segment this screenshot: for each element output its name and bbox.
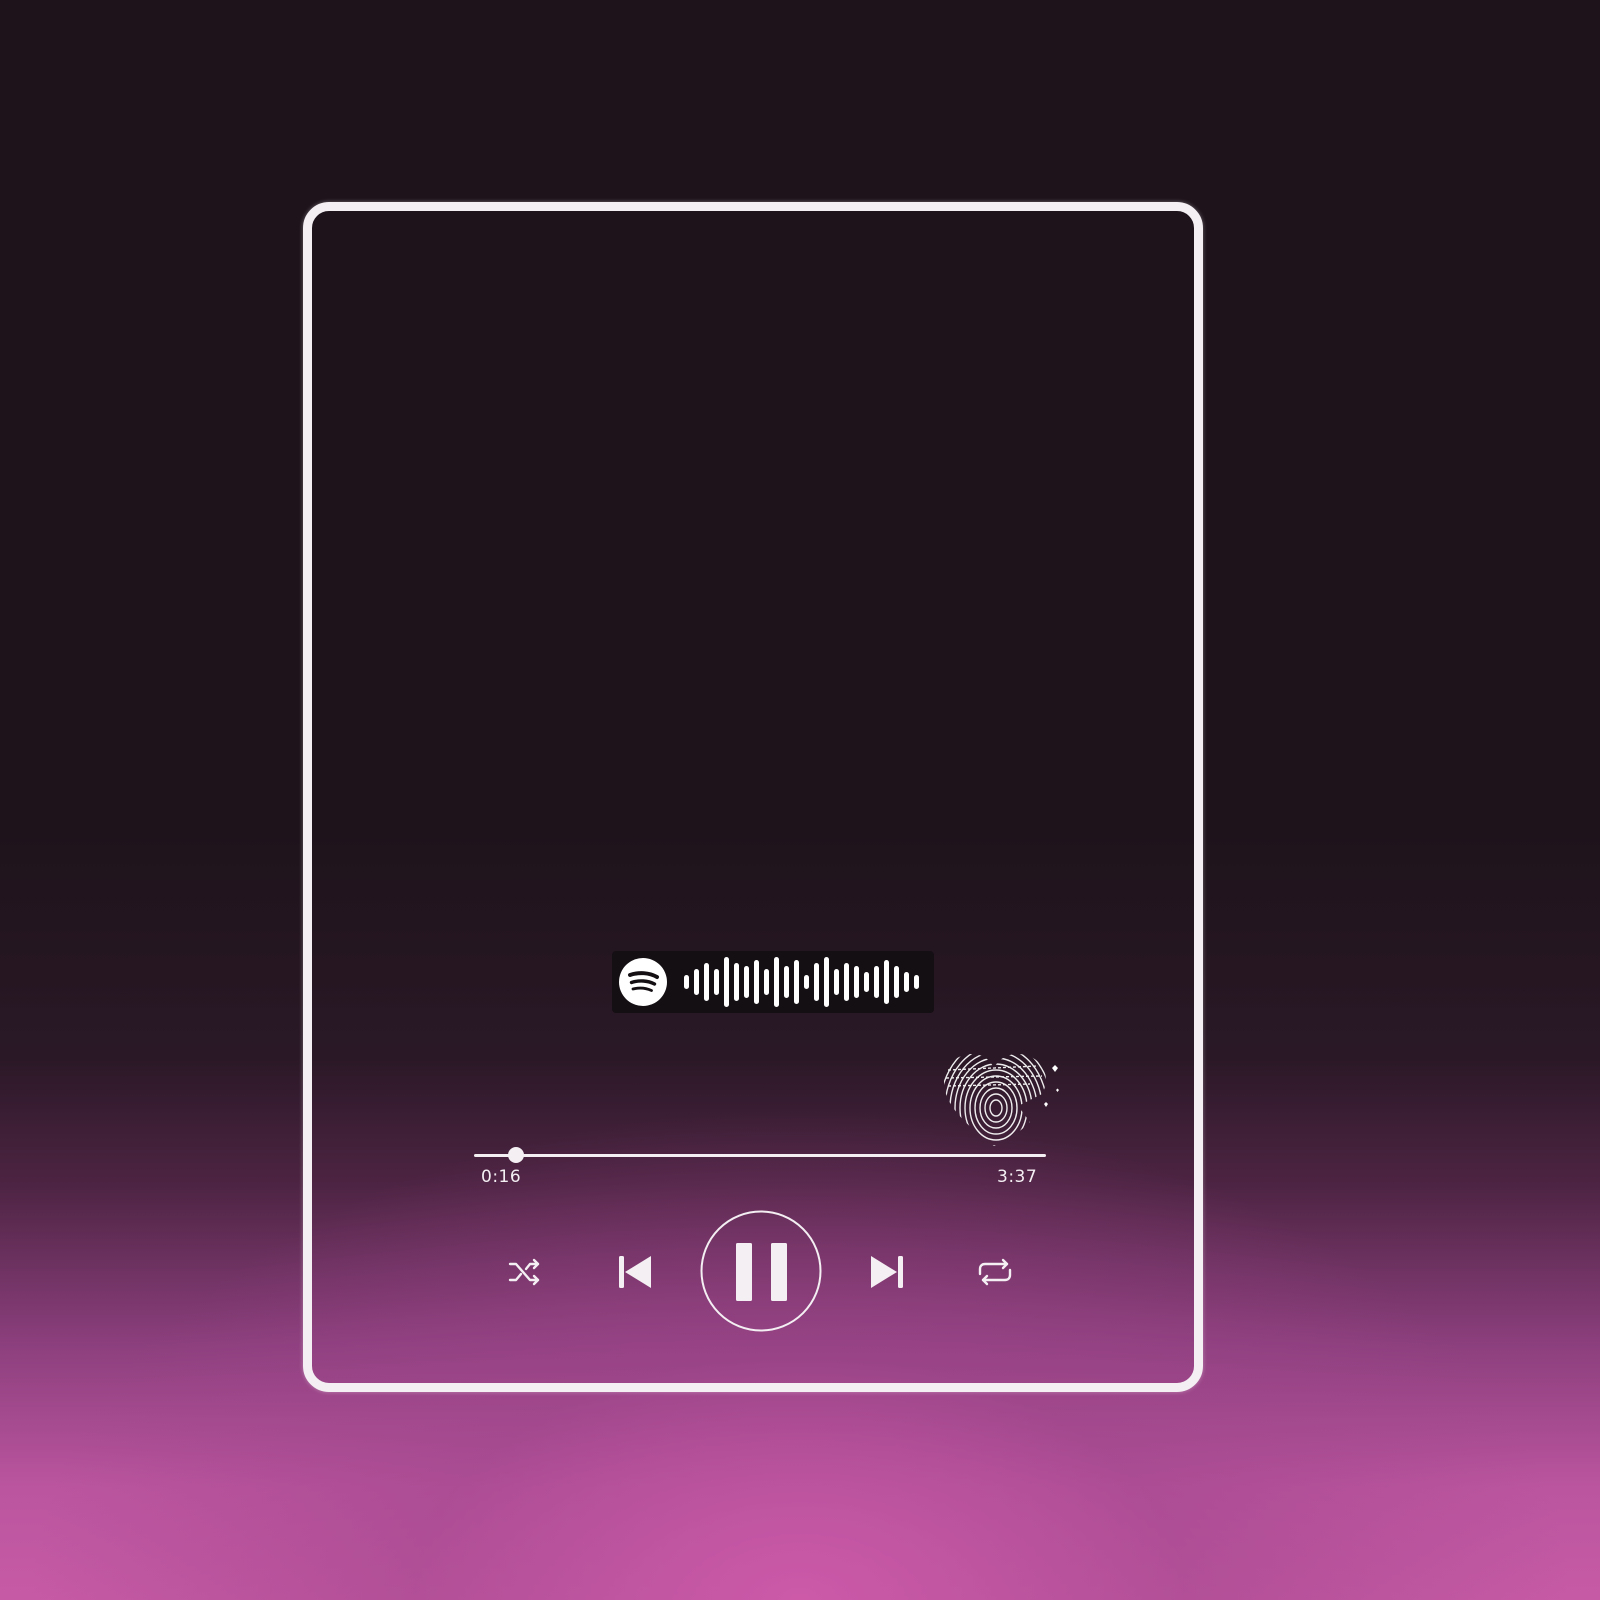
scancode-bar <box>704 963 709 1001</box>
scancode-bar <box>714 969 719 995</box>
skip-previous-icon <box>619 1256 651 1288</box>
spotify-scancode <box>612 951 934 1013</box>
total-time: 3:37 <box>997 1167 1038 1187</box>
spotify-logo-icon <box>619 958 667 1006</box>
scancode-bar <box>884 960 889 1004</box>
shuffle-button[interactable] <box>507 1254 543 1290</box>
scancode-bar <box>694 969 699 995</box>
pause-icon <box>700 1210 822 1332</box>
scancode-bar <box>844 963 849 1001</box>
previous-button[interactable] <box>614 1251 656 1293</box>
skip-next-icon <box>871 1256 903 1288</box>
scancode-bar <box>764 969 769 995</box>
scancode-bar <box>914 975 919 989</box>
scancode-bar <box>754 960 759 1004</box>
scancode-bar <box>894 966 899 998</box>
scancode-bar <box>784 966 789 998</box>
scancode-bar <box>804 975 809 989</box>
scancode-bar <box>814 963 819 1001</box>
progress-bar[interactable] <box>474 1147 1046 1163</box>
scancode-bar <box>874 966 879 998</box>
elapsed-time: 0:16 <box>481 1167 522 1187</box>
scancode-bar <box>794 960 799 1004</box>
scancode-bar <box>904 972 909 992</box>
next-button[interactable] <box>866 1251 908 1293</box>
repeat-button[interactable] <box>976 1254 1014 1290</box>
scancode-bar <box>864 972 869 992</box>
scancode-bar <box>854 966 859 998</box>
shuffle-icon <box>508 1258 540 1286</box>
pause-button[interactable] <box>700 1210 822 1332</box>
scancode-bar <box>744 966 749 998</box>
fingerprint-heart-icon <box>944 1054 1059 1146</box>
repeat-icon <box>978 1258 1012 1286</box>
scancode-bar <box>824 957 829 1007</box>
scancode-bar <box>734 963 739 1001</box>
scancode-bar <box>724 957 729 1007</box>
scancode-bars <box>684 957 919 1007</box>
scancode-bar <box>834 969 839 995</box>
scancode-bar <box>684 975 689 989</box>
scancode-bar <box>774 957 779 1007</box>
